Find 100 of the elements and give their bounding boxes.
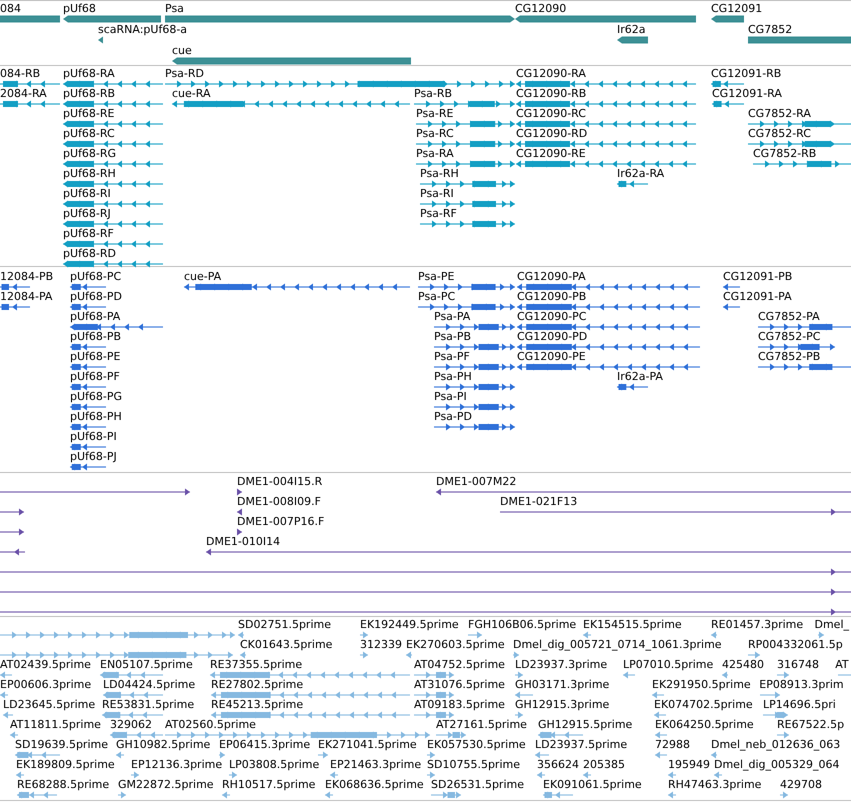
feature-label: Psa-PF [434,351,470,363]
feature-label: CG7852-PB [758,351,820,363]
feature-label: CG7852-PC [758,331,820,343]
feature-label: LP03808.5prime [229,759,320,771]
feature-label: pUf68-RE [63,108,114,120]
feature-label: 084 [0,3,21,15]
feature-label: CG7852 [748,24,792,36]
feature-label: CG12091-PB [723,271,792,283]
feature-label: EP21463.3prime [330,759,422,771]
feature-label: Ir62a-PA [617,371,663,383]
feature-label: 205385 [583,759,625,771]
feature-label: CG12091-RA [712,88,782,100]
feature-label: Psa-PB [434,331,472,343]
feature-label: Psa [165,3,184,15]
feature-label: AT09183.5prime [414,699,505,711]
feature-label: Psa-RB [414,88,452,100]
feature-label: EP06415.3prime [219,739,310,751]
feature-label: DME1-021F13 [500,496,578,508]
feature-label: pUf68-RF [63,228,114,240]
feature-label: 084-RB [0,68,40,80]
feature-label: CG7852-RB [753,148,816,160]
feature-label: Psa-RC [416,128,454,140]
feature-label: cue [172,45,192,57]
feature-label: CG12090-RB [516,88,586,100]
feature-label: CG7852-RA [748,108,811,120]
feature-label: CG12091 [711,3,762,15]
feature-label: CG12090-RD [516,128,588,140]
feature-label: GH12915.5prime [538,719,632,731]
feature-label: pUf68-RG [63,148,116,160]
feature-label: pUf68-PE [70,351,120,363]
feature-label: pUf68-PA [70,311,120,323]
feature-label: Psa-PD [434,411,472,423]
feature-label: pUf68-RJ [63,208,111,220]
feature-label: Psa-PA [434,311,470,323]
feature-label: RH47463.3prime [668,779,762,791]
feature-label: 429708 [780,779,822,791]
feature-label: CG12090 [515,3,566,15]
feature-label: pUf68-RI [63,188,111,200]
feature-label: RE53831.5prime [102,699,194,711]
feature-label: pUf68-PD [70,291,122,303]
feature-label: DME1-010I14 [206,536,280,548]
feature-label: GH12915.3prime [515,699,610,711]
feature-label: pUf68-RH [63,168,116,180]
feature-label: pUf68-RB [63,88,116,100]
feature-label: RE37355.5prime [210,659,302,671]
feature-label: CK01643.5prime [240,639,332,651]
feature-label: EK189809.5prime [16,759,115,771]
feature-label: Psa-RA [416,148,454,160]
feature-label: 425480 [722,659,764,671]
feature-label: 312339 [360,639,402,651]
feature-label: EP12136.3prime [131,759,222,771]
feature-label: pUf68-PC [70,271,122,283]
feature-label: pUf68-PI [70,431,117,443]
feature-label: Psa-PI [434,391,467,403]
feature-label: Psa-PE [418,271,454,283]
feature-label: LP07010.5prime [623,659,714,671]
feature-label: CG12090-RE [516,148,586,160]
feature-label: Psa-RH [420,168,459,180]
feature-label: pUf68-RC [63,128,115,140]
feature-label: SD10755.5prime [427,759,520,771]
feature-label: Psa-RI [420,188,454,200]
feature-label: RP004332061.5p [748,639,843,651]
feature-label: Psa-RD [165,68,204,80]
feature-label: 72988 [655,739,690,751]
feature-label: LP14696.5pri [763,699,836,711]
feature-label: DME1-007P16.F [237,516,324,528]
feature-label: RE45213.5prime [211,699,304,711]
feature-label: Dmel_ [814,619,850,631]
feature-label: DME1-008I09.F [237,496,321,508]
feature-label: 12084-PB [0,271,54,283]
feature-label: CG12090-RA [516,68,586,80]
feature-label: Psa-PH [434,371,472,383]
feature-label: 316748 [777,659,819,671]
feature-label: EK068636.5prime [325,779,424,791]
feature-label: GH10982.5prime [116,739,210,751]
feature-label: EK064250.5prime [655,719,754,731]
feature-label: CG12090-PC [517,311,586,323]
feature-label: CG12090-PD [517,331,588,343]
feature-label: CG12090-RC [516,108,586,120]
feature-label: LD23645.5prime [3,699,96,711]
feature-label: CG12090-PE [517,351,586,363]
feature-label: RE68288.5prime [17,779,110,791]
feature-label: SD26531.5prime [431,779,524,791]
feature-label: AT04752.5prime [414,659,505,671]
feature-label: EK154515.5prime [583,619,682,631]
feature-label: AT31076.5prime [414,679,505,691]
feature-label: 2084-RA [0,88,47,100]
feature-label: EK291950.5prime [652,679,751,691]
feature-label: AT [835,659,849,671]
feature-label: EK270603.5prime [406,639,505,651]
feature-label: EP08913.3prim [759,679,844,691]
feature-label: Dmel_dig_005329_064 [714,759,840,771]
feature-label: CG12091-PA [723,291,792,303]
feature-label: EK192449.5prime [360,619,459,631]
feature-label: cue-PA [184,271,222,283]
feature-label: AT27161.5prime [436,719,527,731]
feature-label: RH10517.5prime [222,779,316,791]
feature-label: 12084-PA [0,291,52,303]
feature-label: EN05107.5prime [100,659,193,671]
feature-label: Ir62a-RA [617,168,664,180]
